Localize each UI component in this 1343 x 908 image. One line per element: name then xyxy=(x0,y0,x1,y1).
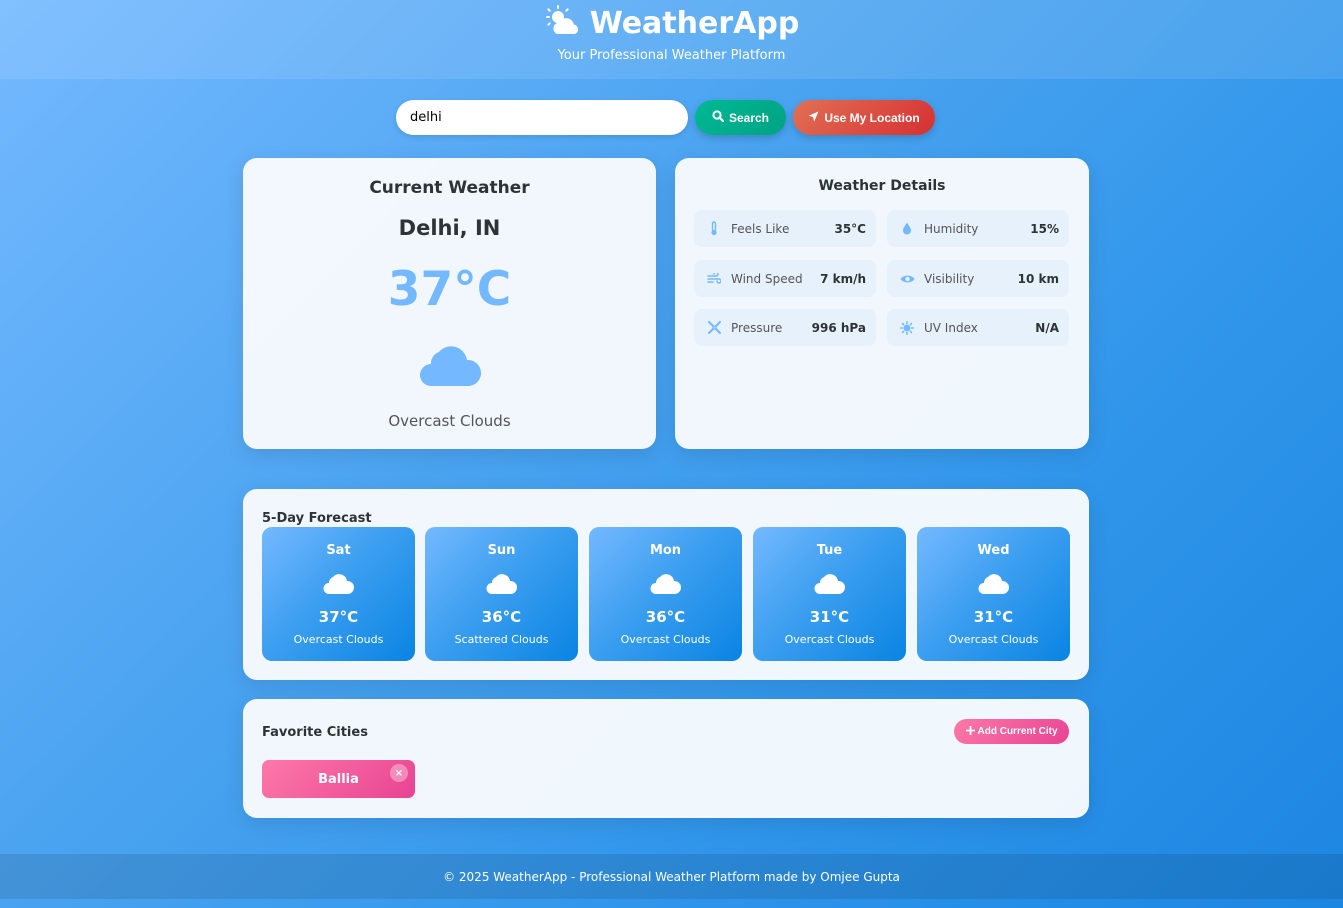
forecast-title: 5-Day Forecast xyxy=(262,511,372,526)
forecast-day: Wed 31°C Overcast Clouds xyxy=(917,527,1070,661)
droplet-icon xyxy=(899,221,915,237)
forecast-day-name: Wed xyxy=(977,543,1010,558)
forecast-temp: 36°C xyxy=(645,608,686,626)
detail-label: Feels Like xyxy=(731,221,790,236)
footer-text: © 2025 WeatherApp - Professional Weather… xyxy=(443,869,900,884)
detail-label: UV Index xyxy=(924,320,978,335)
app-title: WeatherApp xyxy=(589,5,800,41)
forecast-day: Sun 36°C Scattered Clouds xyxy=(425,527,578,661)
cloud-icon xyxy=(419,342,482,388)
forecast-day-name: Sun xyxy=(487,543,516,558)
detail-value: 35°C xyxy=(834,221,866,236)
detail-value: 10 km xyxy=(1017,271,1059,286)
weather-details-title: Weather Details xyxy=(818,178,946,194)
forecast-temp: 31°C xyxy=(973,608,1014,626)
eye-icon xyxy=(899,271,915,287)
forecast-desc: Scattered Clouds xyxy=(454,633,549,646)
forecast-desc: Overcast Clouds xyxy=(620,633,711,646)
detail-visibility: Visibility 10 km xyxy=(887,260,1069,297)
use-location-label: Use My Location xyxy=(824,110,920,125)
cloud-icon xyxy=(323,572,355,595)
detail-value: N/A xyxy=(1035,320,1059,335)
sun-cloud-icon xyxy=(544,4,582,42)
location-arrow-icon xyxy=(808,111,819,125)
detail-humidity: Humidity 15% xyxy=(887,210,1069,247)
favorite-city-chip[interactable]: Ballia × xyxy=(262,760,415,798)
forecast-day: Tue 31°C Overcast Clouds xyxy=(753,527,906,661)
forecast-day: Sat 37°C Overcast Clouds xyxy=(262,527,415,661)
forecast-day-name: Tue xyxy=(816,543,843,558)
app-header: WeatherApp Your Professional Weather Pla… xyxy=(0,0,1343,79)
thermometer-icon xyxy=(706,221,722,237)
cloud-icon xyxy=(814,572,846,595)
detail-value: 15% xyxy=(1030,221,1059,236)
current-city: Delhi, IN xyxy=(398,216,501,240)
detail-value: 996 hPa xyxy=(811,320,866,335)
forecast-day-name: Sat xyxy=(326,543,351,558)
search-button-label: Search xyxy=(728,110,770,125)
wind-icon xyxy=(706,271,722,287)
detail-label: Visibility xyxy=(924,271,975,286)
city-search-input[interactable] xyxy=(396,100,688,135)
detail-pressure: Pressure 996 hPa xyxy=(694,309,876,346)
detail-value: 7 km/h xyxy=(820,271,866,286)
favorite-cities-title: Favorite Cities xyxy=(262,725,368,740)
add-current-city-label: Add Current City xyxy=(977,726,1058,737)
compress-icon xyxy=(706,320,722,336)
detail-label: Pressure xyxy=(731,320,783,335)
search-bar: Search Use My Location xyxy=(0,100,1343,136)
footer: © 2025 WeatherApp - Professional Weather… xyxy=(0,854,1343,899)
app-tagline: Your Professional Weather Platform xyxy=(557,48,786,63)
current-temperature: 37°C xyxy=(387,262,512,317)
forecast-temp: 36°C xyxy=(481,608,522,626)
forecast-temp: 37°C xyxy=(318,608,359,626)
search-button[interactable]: Search xyxy=(695,100,786,135)
favorite-city-name: Ballia xyxy=(318,771,359,787)
cloud-icon xyxy=(650,572,682,595)
current-condition: Overcast Clouds xyxy=(388,412,511,430)
favorite-cities-card: Favorite Cities Add Current City Ballia … xyxy=(243,699,1089,818)
current-weather-card: Current Weather Delhi, IN 37°C Overcast … xyxy=(243,158,656,449)
forecast-day-name: Mon xyxy=(649,543,682,558)
detail-label: Wind Speed xyxy=(731,271,803,286)
brand: WeatherApp xyxy=(0,4,1343,42)
forecast-desc: Overcast Clouds xyxy=(293,633,384,646)
forecast-card: 5-Day Forecast Sat 37°C Overcast Clouds … xyxy=(243,489,1089,680)
detail-wind-speed: Wind Speed 7 km/h xyxy=(694,260,876,297)
forecast-day: Mon 36°C Overcast Clouds xyxy=(589,527,742,661)
sun-icon xyxy=(899,320,915,336)
forecast-desc: Overcast Clouds xyxy=(948,633,1039,646)
cloud-icon xyxy=(978,572,1010,595)
search-icon xyxy=(712,110,725,125)
forecast-desc: Overcast Clouds xyxy=(784,633,875,646)
weather-details-card: Weather Details Feels Like 35°C Humidity… xyxy=(675,158,1089,449)
cloud-icon xyxy=(486,572,518,595)
use-location-button[interactable]: Use My Location xyxy=(793,100,935,135)
detail-feels-like: Feels Like 35°C xyxy=(694,210,876,247)
add-current-city-button[interactable]: Add Current City xyxy=(954,719,1069,744)
current-weather-title: Current Weather xyxy=(369,178,530,198)
forecast-temp: 31°C xyxy=(809,608,850,626)
remove-favorite-icon[interactable]: × xyxy=(390,764,408,782)
plus-icon xyxy=(965,725,975,738)
detail-uv-index: UV Index N/A xyxy=(887,309,1069,346)
detail-label: Humidity xyxy=(924,221,979,236)
